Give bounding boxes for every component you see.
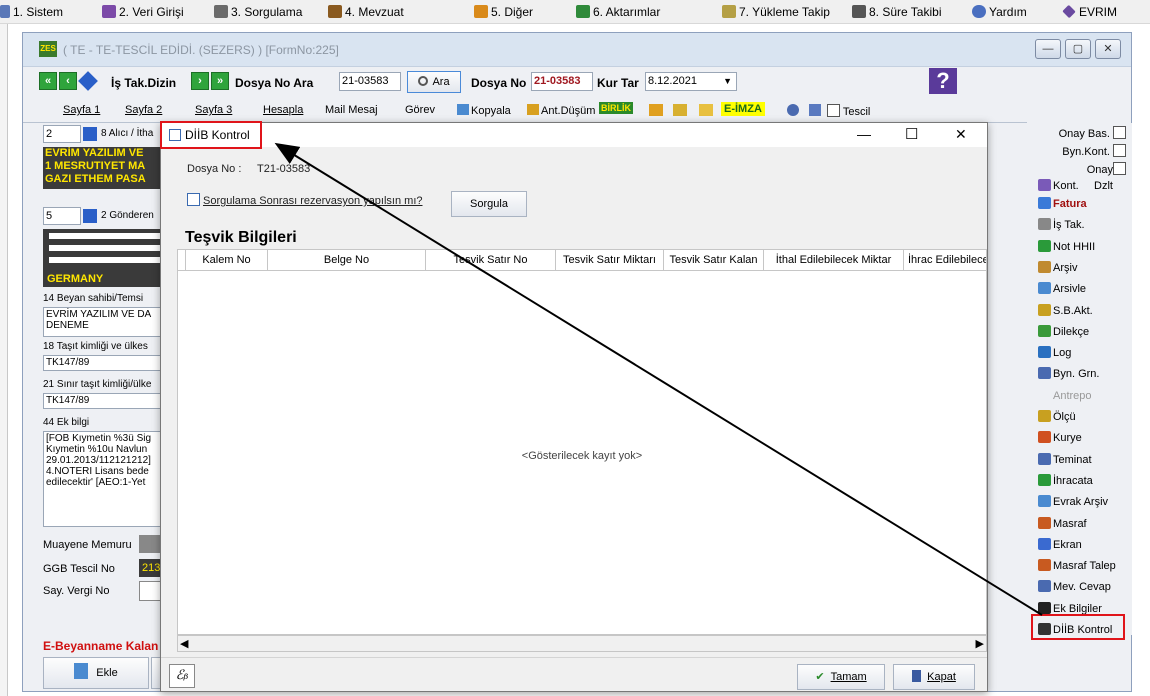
annotation-arrow [274, 142, 1043, 616]
